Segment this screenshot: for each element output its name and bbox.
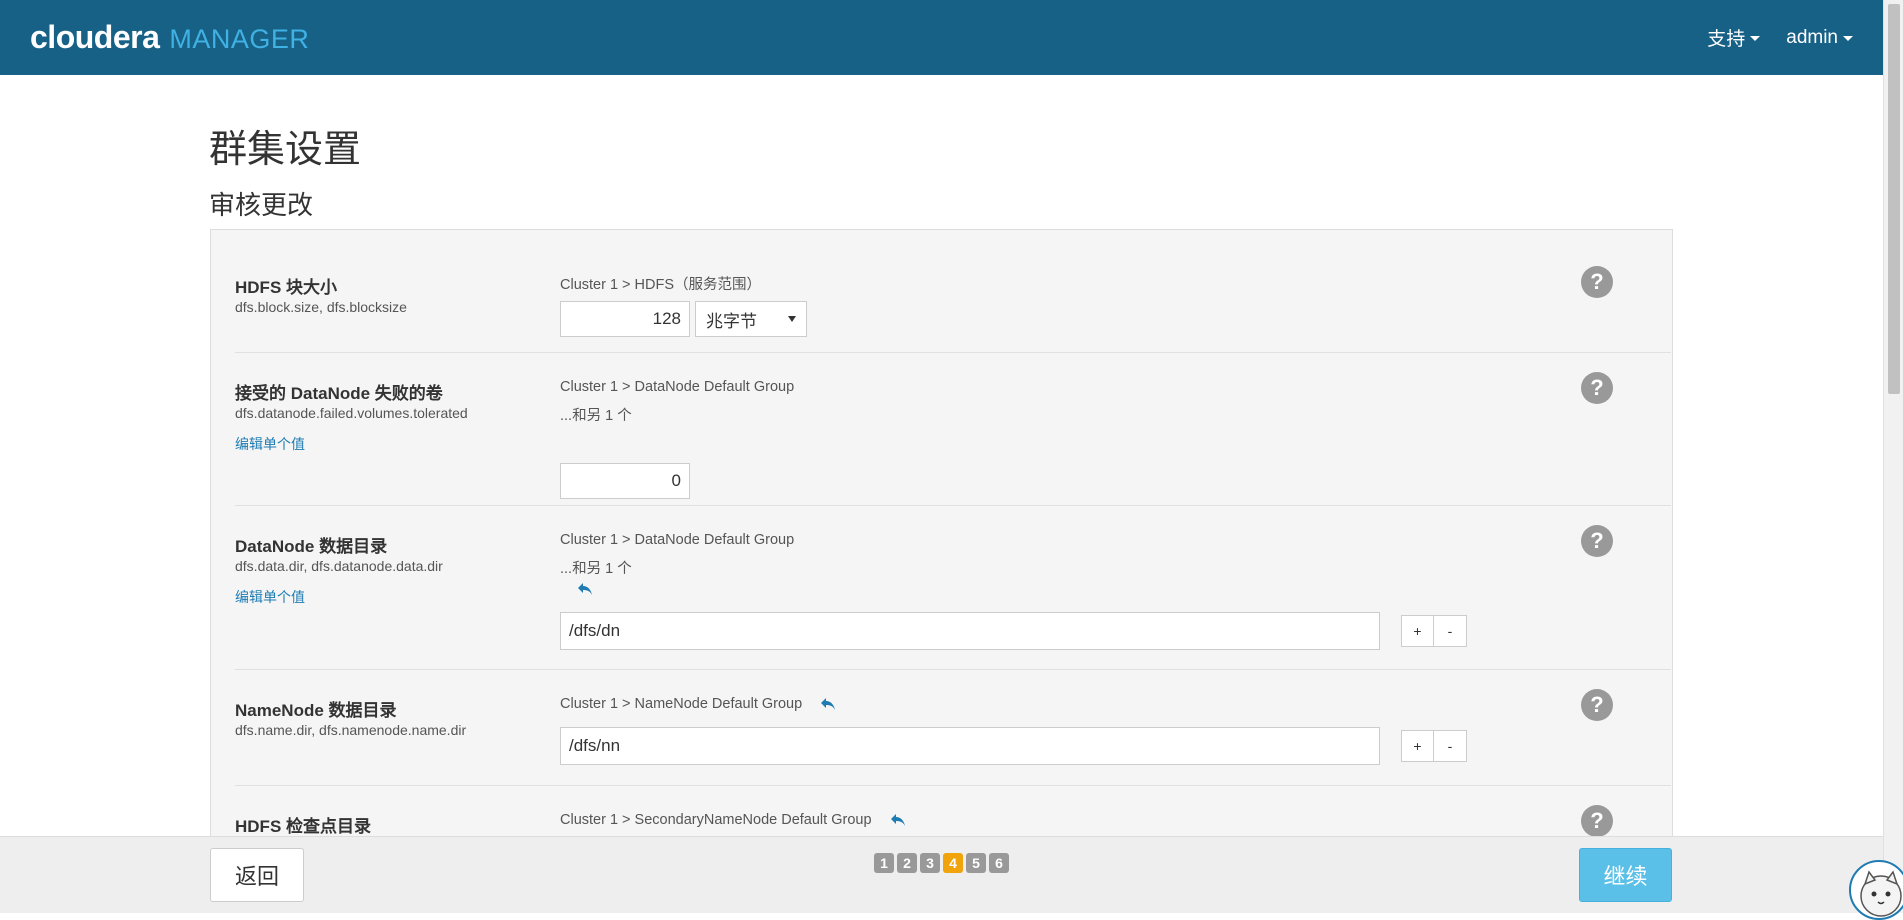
block-size-input[interactable] xyxy=(560,301,690,337)
datanode-dir-input[interactable]: /dfs/dn xyxy=(560,612,1380,650)
user-menu-label: admin xyxy=(1786,26,1838,48)
help-question-icon[interactable]: ? xyxy=(1581,372,1613,404)
cat-face-icon xyxy=(1860,870,1902,917)
help-question-icon[interactable]: ? xyxy=(1581,266,1613,298)
review-changes-panel: HDFS 块大小 dfs.block.size, dfs.blocksize C… xyxy=(210,229,1673,839)
property-key: dfs.datanode.failed.volumes.tolerated xyxy=(235,405,468,421)
select-arrow-icon xyxy=(788,316,796,322)
support-menu-label: 支持 xyxy=(1707,29,1746,50)
property-name: NameNode 数据目录 xyxy=(235,701,397,720)
brand-cloudera: cloudera xyxy=(30,19,160,55)
property-row-failed-volumes: 接受的 DataNode 失败的卷 dfs.datanode.failed.vo… xyxy=(235,353,1671,506)
property-key: dfs.block.size, dfs.blocksize xyxy=(235,299,407,315)
property-scope-text: Cluster 1 > DataNode Default Group xyxy=(560,379,795,395)
continue-button[interactable]: 继续 xyxy=(1579,848,1672,902)
dir-add-remove-group: + - xyxy=(1401,730,1467,762)
wizard-steps: 1 2 3 4 5 6 xyxy=(874,853,1009,873)
property-row-datanode-data-dir: DataNode 数据目录 dfs.data.dir, dfs.datanode… xyxy=(235,506,1671,670)
wizard-step-3[interactable]: 3 xyxy=(920,853,940,873)
page-title: 群集设置 xyxy=(209,129,362,171)
support-menu[interactable]: 支持 xyxy=(1707,24,1761,51)
page-scrollbar[interactable] xyxy=(1883,0,1903,913)
namenode-dir-input[interactable]: /dfs/nn xyxy=(560,727,1380,765)
caret-down-icon xyxy=(1750,36,1761,41)
edit-individual-values-link[interactable]: 编辑单个值 xyxy=(235,434,305,454)
property-name: DataNode 数据目录 xyxy=(235,537,388,556)
property-scope-text: Cluster 1 > NameNode Default Group xyxy=(560,696,803,712)
property-scope-text: Cluster 1 > HDFS（服务范围） xyxy=(560,277,762,293)
wizard-step-5[interactable]: 5 xyxy=(966,853,986,873)
property-row-checkpoint-dir: HDFS 检查点目录 Cluster 1 > SecondaryNameNode… xyxy=(235,786,1671,839)
dir-add-remove-group: + - xyxy=(1401,615,1467,647)
remove-dir-button[interactable]: - xyxy=(1434,615,1467,647)
property-scope: Cluster 1 > DataNode Default Group xyxy=(560,379,794,395)
edit-individual-values-link[interactable]: 编辑单个值 xyxy=(235,587,305,607)
help-question-icon[interactable]: ? xyxy=(1581,525,1613,557)
property-row-hdfs-block-size: HDFS 块大小 dfs.block.size, dfs.blocksize C… xyxy=(235,230,1671,353)
property-scope: Cluster 1 > DataNode Default Group xyxy=(560,532,794,548)
brand-manager: MANAGER xyxy=(169,24,310,54)
add-dir-button[interactable]: + xyxy=(1401,730,1434,762)
property-name: HDFS 检查点目录 xyxy=(235,817,371,836)
section-title: 审核更改 xyxy=(209,190,314,220)
property-scope: Cluster 1 > HDFS（服务范围） xyxy=(560,273,761,294)
help-question-icon[interactable]: ? xyxy=(1581,689,1613,721)
wizard-step-4[interactable]: 4 xyxy=(943,853,963,873)
property-scope-text: Cluster 1 > SecondaryNameNode Default Gr… xyxy=(560,812,872,828)
remove-dir-button[interactable]: - xyxy=(1434,730,1467,762)
property-name: HDFS 块大小 xyxy=(235,278,337,297)
undo-arrow-icon[interactable] xyxy=(890,813,906,827)
property-row-namenode-data-dir: NameNode 数据目录 dfs.name.dir, dfs.namenode… xyxy=(235,670,1671,786)
property-name: 接受的 DataNode 失败的卷 xyxy=(235,384,443,403)
property-scope: Cluster 1 > SecondaryNameNode Default Gr… xyxy=(560,812,906,828)
property-scope: Cluster 1 > NameNode Default Group xyxy=(560,696,836,712)
assistant-avatar[interactable] xyxy=(1849,860,1903,920)
and-more-text: ...和另 1 个 xyxy=(560,408,632,424)
user-menu[interactable]: admin xyxy=(1786,27,1853,49)
caret-down-icon xyxy=(1843,36,1853,41)
wizard-step-6[interactable]: 6 xyxy=(989,853,1009,873)
undo-arrow-icon[interactable] xyxy=(577,582,593,596)
property-key: dfs.name.dir, dfs.namenode.name.dir xyxy=(235,722,467,738)
top-navbar: cloudera MANAGER 支持 admin xyxy=(0,0,1883,75)
nav-right-menus: 支持 admin xyxy=(1707,24,1853,51)
add-dir-button[interactable]: + xyxy=(1401,615,1434,647)
brand-logo[interactable]: cloudera MANAGER xyxy=(30,19,309,56)
property-key: dfs.data.dir, dfs.datanode.data.dir xyxy=(235,558,443,574)
scrollbar-thumb[interactable] xyxy=(1888,4,1900,394)
unit-select-value: 兆字节 xyxy=(706,311,757,331)
failed-volumes-input[interactable] xyxy=(560,463,690,499)
property-scope-text: Cluster 1 > DataNode Default Group xyxy=(560,532,795,548)
wizard-step-2[interactable]: 2 xyxy=(897,853,917,873)
wizard-footer: 返回 1 2 3 4 5 6 继续 xyxy=(0,836,1883,913)
and-more-text: ...和另 1 个 xyxy=(560,561,632,577)
wizard-step-1[interactable]: 1 xyxy=(874,853,894,873)
block-size-unit-select[interactable]: 兆字节 xyxy=(695,301,807,337)
help-question-icon[interactable]: ? xyxy=(1581,805,1613,837)
back-button[interactable]: 返回 xyxy=(210,848,304,902)
undo-arrow-icon[interactable] xyxy=(820,697,836,711)
